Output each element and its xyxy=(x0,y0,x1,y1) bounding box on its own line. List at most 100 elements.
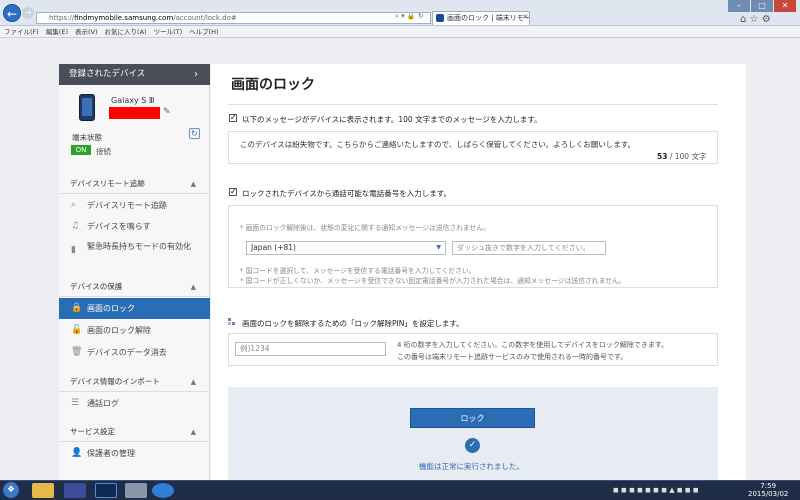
section-title: サービス設定 xyxy=(70,427,115,436)
sidebar-item-unlock[interactable]: 🔓 画面のロック解除 xyxy=(59,320,210,341)
collapse-arrow-icon: ▲ xyxy=(190,378,196,386)
chevron-right-icon: › xyxy=(194,69,198,80)
clock-date: 2015/03/02 xyxy=(748,490,789,498)
sidebar-item-screen-lock[interactable]: 🔒 画面のロック xyxy=(59,298,210,319)
sidebar-item-label: デバイスを鳴らす xyxy=(87,222,151,231)
pin-section-icon xyxy=(228,318,235,325)
menu-bar: ファイル(F) 編集(E) 表示(V) お気に入り(A) ツール(T) ヘルプ(H) xyxy=(0,26,800,38)
message-text: このデバイスは紛失物です。こちらからご連絡いたしますので、しばらく保管してくださ… xyxy=(240,140,636,149)
photoshop-taskbar-icon[interactable] xyxy=(95,483,117,498)
clock[interactable]: 7:59 2015/03/02 xyxy=(748,482,788,498)
browser-icons: ⌂ ☆ ⚙ xyxy=(740,14,771,25)
sidebar-item-guardian[interactable]: 👤 保護者の管理 xyxy=(59,443,210,464)
settings-gear-icon[interactable]: ⚙ xyxy=(762,14,771,25)
device-status-label: 端末状態 xyxy=(72,133,102,142)
phone-option-label: ロックされたデバイスから通話可能な電話番号を入力します。 xyxy=(242,189,452,198)
tab-title: 画面のロック | 端末リモー... xyxy=(447,14,530,22)
dropdown-arrow-icon: ▼ xyxy=(436,244,441,251)
phone-checkbox[interactable]: ✓ xyxy=(229,188,237,196)
registered-devices-header[interactable]: 登録されたデバイス › xyxy=(59,64,210,85)
address-bar-icons[interactable]: ⌕ ▾ 🔒 ↻ xyxy=(395,12,424,21)
clock-time: 7:59 xyxy=(760,482,777,490)
menu-favorites[interactable]: お気に入り(A) xyxy=(105,28,147,36)
char-limit: / 100 文字 xyxy=(669,152,707,161)
home-icon[interactable]: ⌂ xyxy=(740,14,746,25)
device-name: Galaxy S Ⅲ xyxy=(111,96,155,105)
ie-taskbar-icon[interactable] xyxy=(152,483,174,498)
start-button[interactable]: ❖ xyxy=(3,482,19,498)
sidebar-item-call-log[interactable]: ☰ 通話ログ xyxy=(59,393,210,414)
refresh-icon[interactable]: ↻ xyxy=(189,128,200,139)
document-taskbar-icon[interactable] xyxy=(125,483,147,498)
registered-devices-label: 登録されたデバイス xyxy=(69,69,146,79)
app-taskbar-icon[interactable] xyxy=(64,483,86,498)
sidebar-item-label: デバイスのデータ消去 xyxy=(87,348,167,357)
list-icon: ☰ xyxy=(71,398,80,408)
pin-placeholder: 例)1234 xyxy=(240,344,270,353)
forward-button[interactable]: → xyxy=(22,7,34,19)
section-import-info[interactable]: デバイス情報のインポート ▲ xyxy=(59,372,210,392)
browser-tab[interactable]: 画面のロック | 端末リモー... xyxy=(432,11,530,25)
window-controls: – □ ✕ xyxy=(727,0,796,12)
music-note-icon: ♫ xyxy=(71,221,80,231)
message-option-label: 以下のメッセージがデバイスに表示されます。100 文字までのメッセージを入力しま… xyxy=(242,115,542,124)
menu-help[interactable]: ヘルプ(H) xyxy=(189,28,218,36)
country-select[interactable]: Japan (+81) ▼ xyxy=(246,241,446,255)
page-title: 画面のロック xyxy=(231,77,315,93)
phone-image xyxy=(79,94,95,121)
pin-note-2: この番号は端末リモート追跡サービスのみで使用される一時的番号です。 xyxy=(397,353,628,361)
pin-note-1: 4 桁の数字を入力してください。この数字を使用してデバイスをロック解除できます。 xyxy=(397,341,669,349)
menu-view[interactable]: 表示(V) xyxy=(75,28,98,36)
tab-close-icon[interactable]: × xyxy=(522,12,529,21)
unlock-icon: 🔓 xyxy=(71,325,83,335)
collapse-arrow-icon: ▲ xyxy=(190,180,196,188)
phone-input[interactable]: ダッシュ抜きで数字を入力してください。 xyxy=(452,241,606,255)
message-checkbox[interactable]: ✓ xyxy=(229,114,237,122)
sidebar-item-label: 保護者の管理 xyxy=(87,449,135,458)
section-remote-tracking[interactable]: デバイスリモート追跡 ▲ xyxy=(59,174,210,194)
lock-button[interactable]: ロック xyxy=(410,408,535,428)
sidebar-item-wipe-data[interactable]: 🗑 デバイスのデータ消去 xyxy=(59,342,210,363)
trash-icon: 🗑 xyxy=(71,347,83,357)
url-prefix: https:// xyxy=(49,14,75,22)
status-badge: ON xyxy=(71,145,91,155)
section-title: デバイスの保護 xyxy=(70,282,123,291)
collapse-arrow-icon: ▲ xyxy=(190,283,196,291)
redacted-box xyxy=(109,107,160,119)
explorer-taskbar-icon[interactable] xyxy=(32,483,54,498)
menu-tools[interactable]: ツール(T) xyxy=(154,28,183,36)
char-count: 53 xyxy=(657,152,668,161)
section-device-protection[interactable]: デバイスの保護 ▲ xyxy=(59,277,210,297)
sidebar-item-remote-tracking[interactable]: ⌕ デバイスリモート追跡 xyxy=(59,195,210,216)
maximize-button[interactable]: □ xyxy=(751,0,773,12)
title-divider xyxy=(228,104,718,105)
url-host: findmymobile.samsung.com xyxy=(74,14,174,22)
connection-status: 接続 xyxy=(96,147,111,156)
back-button[interactable]: ← xyxy=(3,4,21,22)
success-message: 機能は正常に実行されました。 xyxy=(419,462,524,471)
phone-note-1: * 国コードを選択して、メッセージを受信する電話番号を入力してください。 xyxy=(240,267,476,275)
country-value: Japan (+81) xyxy=(251,243,296,252)
search-icon: ⌕ xyxy=(71,200,77,210)
phone-placeholder: ダッシュ抜きで数字を入力してください。 xyxy=(457,244,590,252)
sidebar-item-label: 通話ログ xyxy=(87,399,119,408)
phone-note-2: * 国コードが正しくないか、メッセージを受信できない固定電話番号が入力された場合… xyxy=(240,277,626,285)
sidebar-item-label: デバイスリモート追跡 xyxy=(87,201,167,210)
success-check-icon: ✓ xyxy=(465,438,480,453)
menu-edit[interactable]: 編集(E) xyxy=(46,28,68,36)
url-path: /account/lock.do# xyxy=(173,14,237,22)
section-service-settings[interactable]: サービス設定 ▲ xyxy=(59,422,210,442)
menu-file[interactable]: ファイル(F) xyxy=(4,28,39,36)
close-window-button[interactable]: ✕ xyxy=(774,0,796,12)
favorites-star-icon[interactable]: ☆ xyxy=(750,14,759,25)
system-tray-icons[interactable]: ◼ ◼ ◼ ◼ ◼ ◼ ◼ ▲ ◼ ◼ ◼ xyxy=(613,486,699,494)
edit-pencil-icon[interactable]: ✎ xyxy=(163,107,171,117)
minimize-button[interactable]: – xyxy=(728,0,750,12)
section-title: デバイスリモート追跡 xyxy=(70,179,145,188)
sidebar-item-ring-device[interactable]: ♫ デバイスを鳴らす xyxy=(59,216,210,237)
sidebar-item-emergency-mode[interactable]: ▮ 緊急時長持ちモードの有効化 xyxy=(59,240,210,266)
pin-input[interactable]: 例)1234 xyxy=(235,342,386,356)
user-icon: 👤 xyxy=(71,448,83,458)
address-bar[interactable]: https://findmymobile.samsung.com/account… xyxy=(36,12,431,24)
sidebar xyxy=(59,64,210,480)
